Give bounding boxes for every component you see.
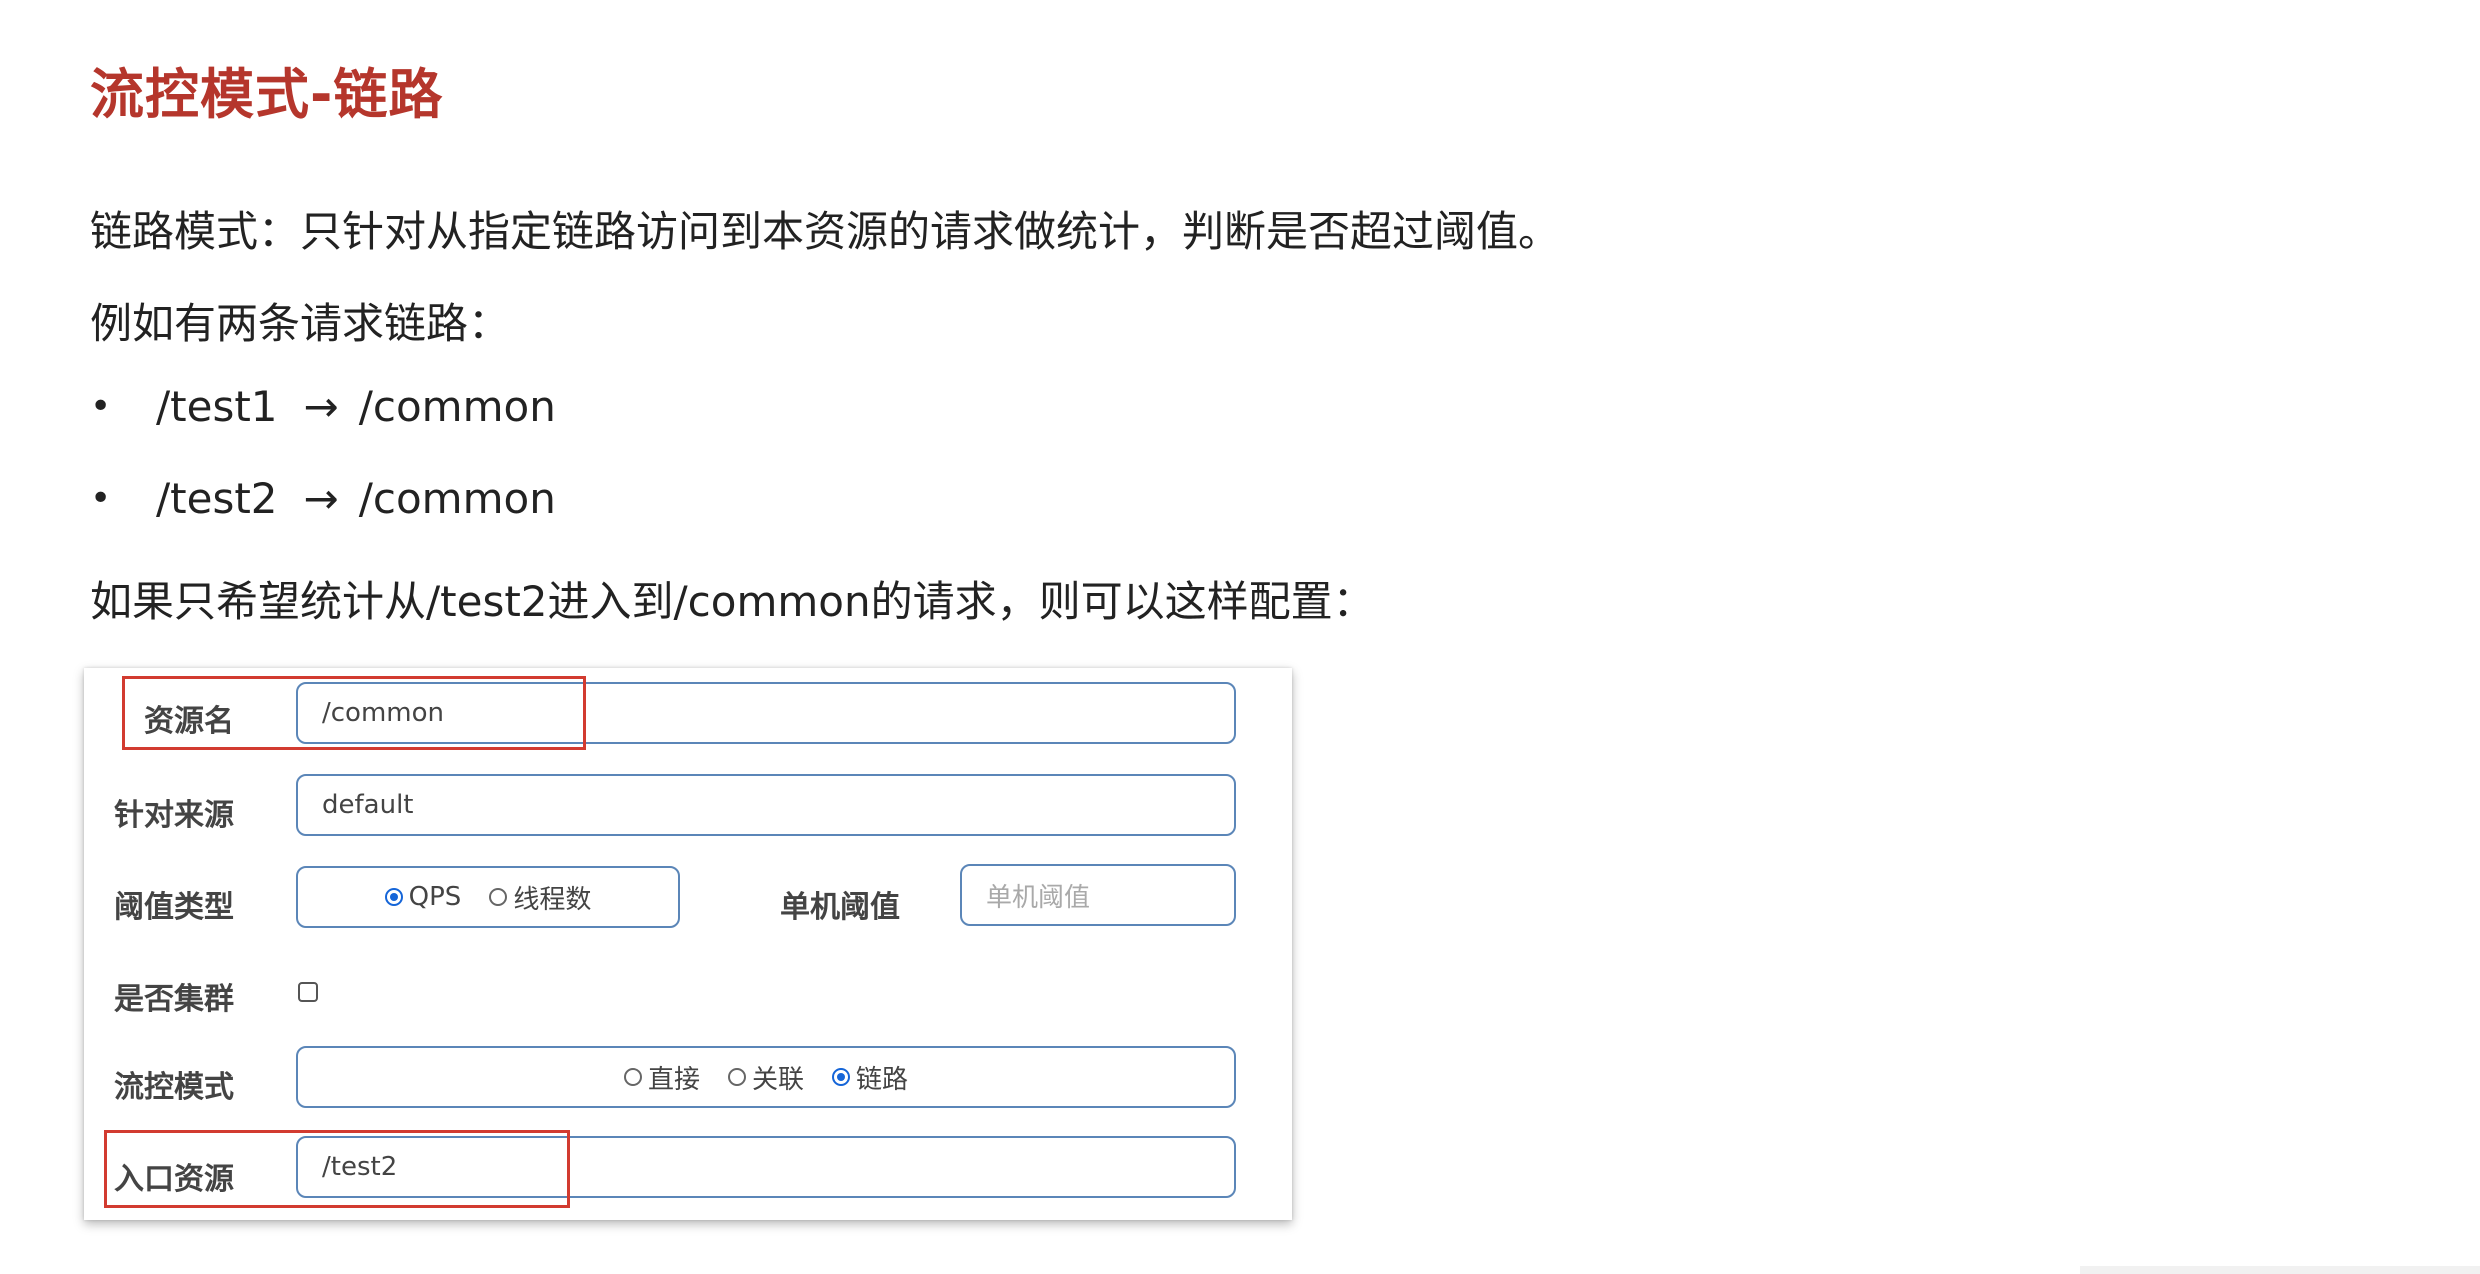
bullet-icon: • — [90, 478, 112, 519]
highlight-box-entry-resource — [104, 1130, 570, 1208]
chain-to: /common — [358, 474, 556, 523]
threshold-type-qps-option[interactable]: QPS — [384, 882, 462, 912]
radio-checked-icon[interactable] — [832, 1068, 850, 1086]
threshold-type-thread-option[interactable]: 线程数 — [489, 879, 591, 916]
limit-app-label: 针对来源 — [114, 798, 234, 833]
arrow-right-icon: → — [303, 382, 339, 431]
option-label: 直接 — [647, 1064, 700, 1095]
flow-mode-radio-group: 直接 关联 链路 — [296, 1046, 1236, 1108]
arrow-right-icon: → — [303, 474, 339, 523]
flow-mode-relate-option[interactable]: 关联 — [727, 1059, 804, 1096]
radio-unchecked-icon[interactable] — [623, 1068, 642, 1086]
radio-checked-icon[interactable] — [384, 888, 403, 906]
chain-from: /test2 — [156, 474, 278, 523]
option-label: 链路 — [856, 1064, 909, 1095]
cluster-checkbox[interactable] — [298, 982, 318, 1002]
option-label: 关联 — [751, 1064, 804, 1095]
flow-rule-form: 资源名 /common 针对来源 default 阈值类型 QPS 线程数 单机… — [84, 668, 1292, 1220]
divider — [2080, 1266, 2480, 1274]
threshold-type-label: 阈值类型 — [114, 890, 234, 925]
single-threshold-label: 单机阈值 — [780, 890, 900, 925]
radio-unchecked-icon[interactable] — [489, 888, 508, 906]
cluster-label: 是否集群 — [114, 982, 234, 1017]
threshold-type-radio-group: QPS 线程数 — [296, 866, 680, 928]
limit-app-input[interactable]: default — [296, 774, 1236, 836]
single-threshold-input[interactable]: 单机阈值 — [960, 864, 1236, 926]
radio-unchecked-icon[interactable] — [727, 1068, 746, 1086]
highlight-box-resource-name — [122, 676, 586, 750]
option-label: 线程数 — [513, 884, 592, 915]
flow-mode-direct-option[interactable]: 直接 — [623, 1059, 700, 1096]
example-intro-text: 例如有两条请求链路： — [90, 299, 511, 348]
bullet-icon: • — [90, 386, 112, 427]
slide-title: 流控模式-链路 — [90, 63, 444, 126]
conclusion-text: 如果只希望统计从/test2进入到/common的请求，则可以这样配置： — [90, 577, 1375, 626]
flow-mode-chain-option[interactable]: 链路 — [832, 1059, 908, 1096]
option-label: QPS — [408, 882, 462, 912]
chain-bullet-2: • /test2 → /common — [90, 474, 556, 523]
flow-mode-label: 流控模式 — [114, 1070, 234, 1105]
intro-text: 链路模式：只针对从指定链路访问到本资源的请求做统计，判断是否超过阈值。 — [90, 207, 1561, 256]
chain-bullet-1: • /test1 → /common — [90, 382, 556, 431]
chain-from: /test1 — [156, 382, 278, 431]
chain-to: /common — [358, 382, 556, 431]
